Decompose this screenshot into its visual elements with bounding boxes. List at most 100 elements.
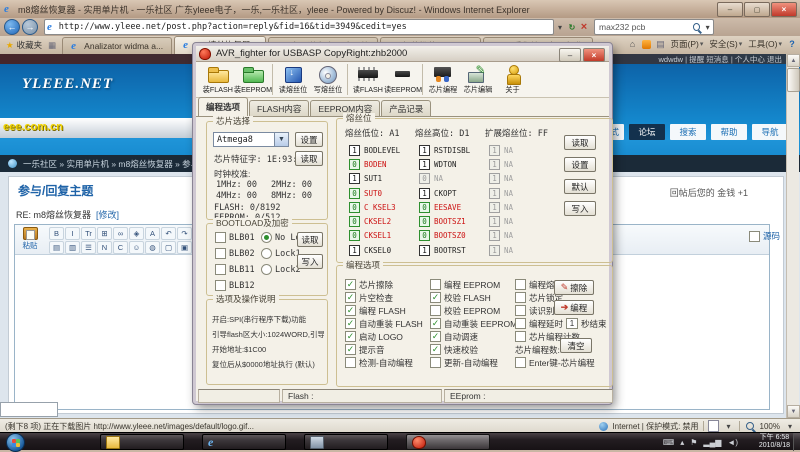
option-checkbox[interactable]: 启动 LOGO [345,330,423,343]
dialog-titlebar[interactable]: AVR_fighter for USBASP CopyRight:zhb2000 [196,46,609,62]
fuse-set-button[interactable]: 设置 [564,157,596,172]
checkbox-box[interactable] [345,344,356,355]
program-button[interactable]: 编程 [554,300,594,315]
fuse-bit-row[interactable]: 1 NA [489,214,513,228]
option-checkbox[interactable]: Enter键-芯片编程 [515,356,607,369]
editor-format-icon[interactable]: ↶ [161,227,176,240]
checkbox-box[interactable] [215,248,226,259]
fuse-bit-value[interactable]: 1 [489,173,500,184]
minimize-button[interactable] [717,2,743,17]
option-checkbox[interactable]: 自动重装 EEPROM [430,317,517,330]
option-checkbox[interactable]: 快速校验 [430,343,517,356]
fuse-bit-value[interactable]: 0 [419,202,430,213]
address-dropdown-button[interactable] [554,20,566,34]
fuse-bit-row[interactable]: 1 BOOTRST [419,243,470,257]
checkbox-box[interactable] [430,331,441,342]
chevron-down-icon[interactable]: ▼ [274,133,288,146]
option-checkbox[interactable]: 编程 FLASH [345,304,423,317]
favorites-star-icon[interactable] [6,40,14,51]
checkbox-box[interactable] [430,318,441,329]
page-mode-dropdown[interactable] [723,419,735,433]
checkbox-box[interactable] [215,280,226,291]
scroll-up-icon[interactable]: ▲ [787,54,800,67]
app-taskbar-button[interactable] [304,434,388,450]
forward-button[interactable] [22,19,38,35]
clear-button[interactable]: 清空 [560,338,592,353]
fuse-bit-row[interactable]: 1 RSTDISBL [419,143,470,157]
fuse-bit-value[interactable]: 1 [489,202,500,213]
stop-button[interactable] [578,20,590,34]
fuse-bit-value[interactable]: 1 [349,245,360,256]
editor-format-icon[interactable]: ☰ [81,241,96,254]
zoom-icon[interactable] [746,422,754,430]
option-checkbox[interactable]: 校验 FLASH [430,291,517,304]
fuse-bit-row[interactable]: 1 WDTON [419,157,470,171]
chip-edit-button[interactable]: 芯片编辑 [460,64,495,95]
editor-format-icon[interactable]: I [65,227,80,240]
fuse-bit-row[interactable]: 0 SUT0 [349,186,400,200]
maximize-button[interactable] [744,2,770,17]
blb-checkbox[interactable]: BLB12 [215,280,255,291]
home-icon[interactable] [626,38,638,50]
checkbox-box[interactable] [515,279,526,290]
option-checkbox[interactable]: 片空检查 [345,291,423,304]
show-hidden-icons-button[interactable]: ▴ [680,438,684,447]
volume-icon[interactable]: ◄) [727,438,738,447]
checkbox-box[interactable] [515,305,526,316]
editor-format-icon[interactable]: ⊞ [97,227,112,240]
scroll-thumb[interactable] [787,68,800,92]
fuse-bit-value[interactable]: 0 [349,159,360,170]
back-button[interactable] [4,19,20,35]
editor-format-icon[interactable]: A [145,227,160,240]
editor-format-icon[interactable]: ↷ [177,227,192,240]
refresh-button[interactable] [566,20,578,34]
chip-set-button[interactable]: 设置 [295,132,323,147]
blb-checkbox[interactable]: BLB02 [215,248,255,259]
editor-format-icon[interactable]: B [49,227,64,240]
checkbox-box[interactable] [430,279,441,290]
zoom-dropdown[interactable] [784,419,796,433]
checkbox-box[interactable] [345,357,356,368]
dialog-tab[interactable]: FLASH内容 [249,100,309,116]
dialog-minimize-button[interactable] [559,48,581,62]
editor-format-icon[interactable]: ◍ [145,241,160,254]
read-fuse-button[interactable]: 读熔丝位 [272,64,310,95]
fuse-bit-row[interactable]: 1 NA [489,186,513,200]
fuse-bit-value[interactable]: 1 [419,188,430,199]
radio-circle[interactable] [261,264,272,275]
erase-button[interactable]: 擦除 [554,280,594,295]
fuse-bit-row[interactable]: 0 C KSEL3 [349,200,400,214]
page-mode-icon[interactable] [708,420,719,432]
fuse-bit-value[interactable]: 0 [419,230,430,241]
option-checkbox[interactable]: 检测-自动编程 [345,356,423,369]
checkbox-box[interactable] [515,331,526,342]
fuse-bit-value[interactable]: 1 [489,230,500,241]
search-input[interactable] [595,22,691,32]
source-mode-toggle[interactable]: 源码 [749,230,780,242]
paste-button[interactable]: 粘贴 [17,227,43,251]
fuse-bit-row[interactable]: 1 NA [489,143,513,157]
command-menu-item[interactable]: 安全(S) [707,38,744,50]
editor-format-icon[interactable]: ▤ [49,241,64,254]
explorer-taskbar-button[interactable] [100,434,184,450]
fuse-default-button[interactable]: 默认 [564,179,596,194]
fuse-bit-row[interactable]: 0 CKSEL1 [349,229,400,243]
editor-format-icon[interactable]: ∞ [113,227,128,240]
option-checkbox[interactable]: 自动重装 FLASH [345,317,423,330]
checkbox-box[interactable] [515,357,526,368]
option-checkbox[interactable]: 校验 EEPROM [430,304,517,317]
fuse-bit-row[interactable]: 1 NA [489,200,513,214]
print-icon[interactable] [654,38,666,50]
favorites-label[interactable]: 收藏夹 [17,39,43,51]
dialog-close-button[interactable] [583,48,605,62]
checkbox-box[interactable] [345,305,356,316]
checkbox-box[interactable] [515,292,526,303]
editor-format-icon[interactable]: ▥ [65,241,80,254]
close-button[interactable] [771,2,797,17]
editor-format-icon[interactable]: ☺ [129,241,144,254]
source-checkbox[interactable] [749,231,760,242]
address-input[interactable] [59,22,553,32]
fuse-bit-row[interactable]: 0 EESAVE [419,200,470,214]
blb-checkbox[interactable]: BLB11 [215,264,255,275]
fuse-write-button[interactable]: 写入 [564,201,596,216]
